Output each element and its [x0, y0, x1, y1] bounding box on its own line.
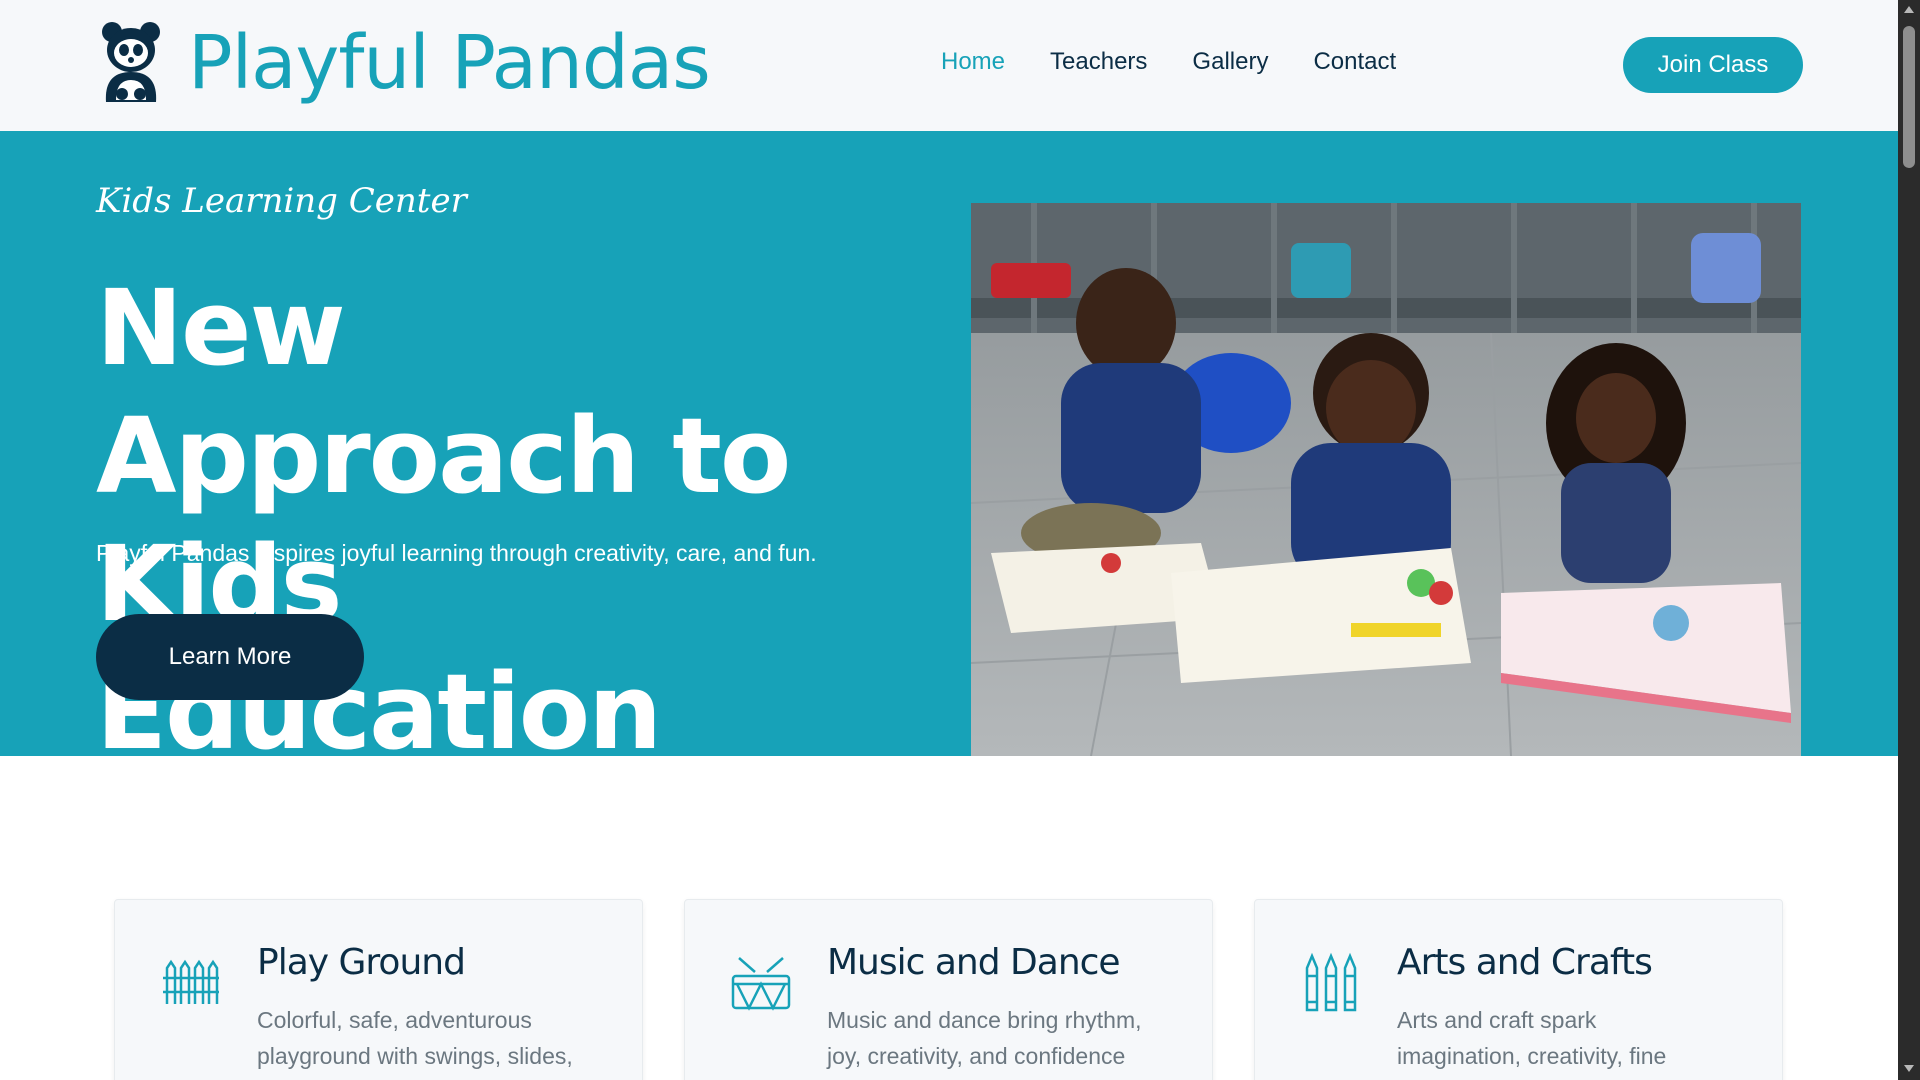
feature-title: Play Ground: [257, 942, 466, 983]
join-class-button[interactable]: Join Class: [1623, 37, 1803, 93]
learn-more-button[interactable]: Learn More: [96, 614, 364, 700]
crayons-icon: [1305, 952, 1357, 1012]
feature-text-line: Colorful, safe, adventurous: [257, 1007, 532, 1033]
feature-card-playground[interactable]: Play Ground Colorful, safe, adventurous …: [114, 899, 643, 1080]
panda-icon: [102, 22, 160, 102]
feature-text: Colorful, safe, adventurous playground w…: [257, 1002, 617, 1074]
nav-gallery[interactable]: Gallery: [1192, 48, 1268, 76]
children-drawing-photo: [971, 203, 1801, 756]
brand-name: Playful Pandas: [188, 20, 711, 106]
scroll-thumb[interactable]: [1903, 26, 1915, 168]
hero-title-line1: New Approach to: [96, 267, 791, 517]
page-scrollbar[interactable]: [1898, 0, 1920, 1080]
hero-section: Kids Learning Center New Approach to Kid…: [0, 131, 1898, 773]
feature-text-line: Arts and craft spark: [1397, 1007, 1597, 1033]
feature-card-arts[interactable]: Arts and Crafts Arts and craft spark ima…: [1254, 899, 1783, 1080]
main-nav: Home Teachers Gallery Contact: [941, 48, 1441, 76]
scroll-down-arrow-icon[interactable]: [1904, 1065, 1914, 1072]
feature-title: Music and Dance: [827, 942, 1121, 983]
nav-contact[interactable]: Contact: [1313, 48, 1396, 76]
feature-text-line: playground with swings, slides,: [257, 1043, 573, 1069]
feature-title: Arts and Crafts: [1397, 942, 1653, 983]
feature-text-line: imagination, creativity, fine: [1397, 1043, 1667, 1069]
nav-home[interactable]: Home: [941, 48, 1005, 76]
feature-text: Arts and craft spark imagination, creati…: [1397, 1002, 1757, 1074]
brand[interactable]: Playful Pandas: [100, 20, 711, 106]
hero-subtitle: Kids Learning Center: [96, 181, 467, 221]
hero-image: [971, 203, 1801, 756]
feature-card-music[interactable]: Music and Dance Music and dance bring rh…: [684, 899, 1213, 1080]
fence-icon: [163, 959, 219, 1004]
feature-text-line: joy, creativity, and confidence: [827, 1043, 1126, 1069]
drum-icon: [731, 957, 791, 1011]
nav-teachers[interactable]: Teachers: [1050, 48, 1147, 76]
site-header: Playful Pandas Home Teachers Gallery Con…: [0, 0, 1898, 131]
scroll-up-arrow-icon[interactable]: [1904, 6, 1914, 13]
feature-text-line: Music and dance bring rhythm,: [827, 1007, 1142, 1033]
hero-description: Playful Pandas inspires joyful learning …: [96, 540, 817, 566]
features-section: Play Ground Colorful, safe, adventurous …: [114, 899, 1784, 1080]
feature-text: Music and dance bring rhythm, joy, creat…: [827, 1002, 1187, 1074]
